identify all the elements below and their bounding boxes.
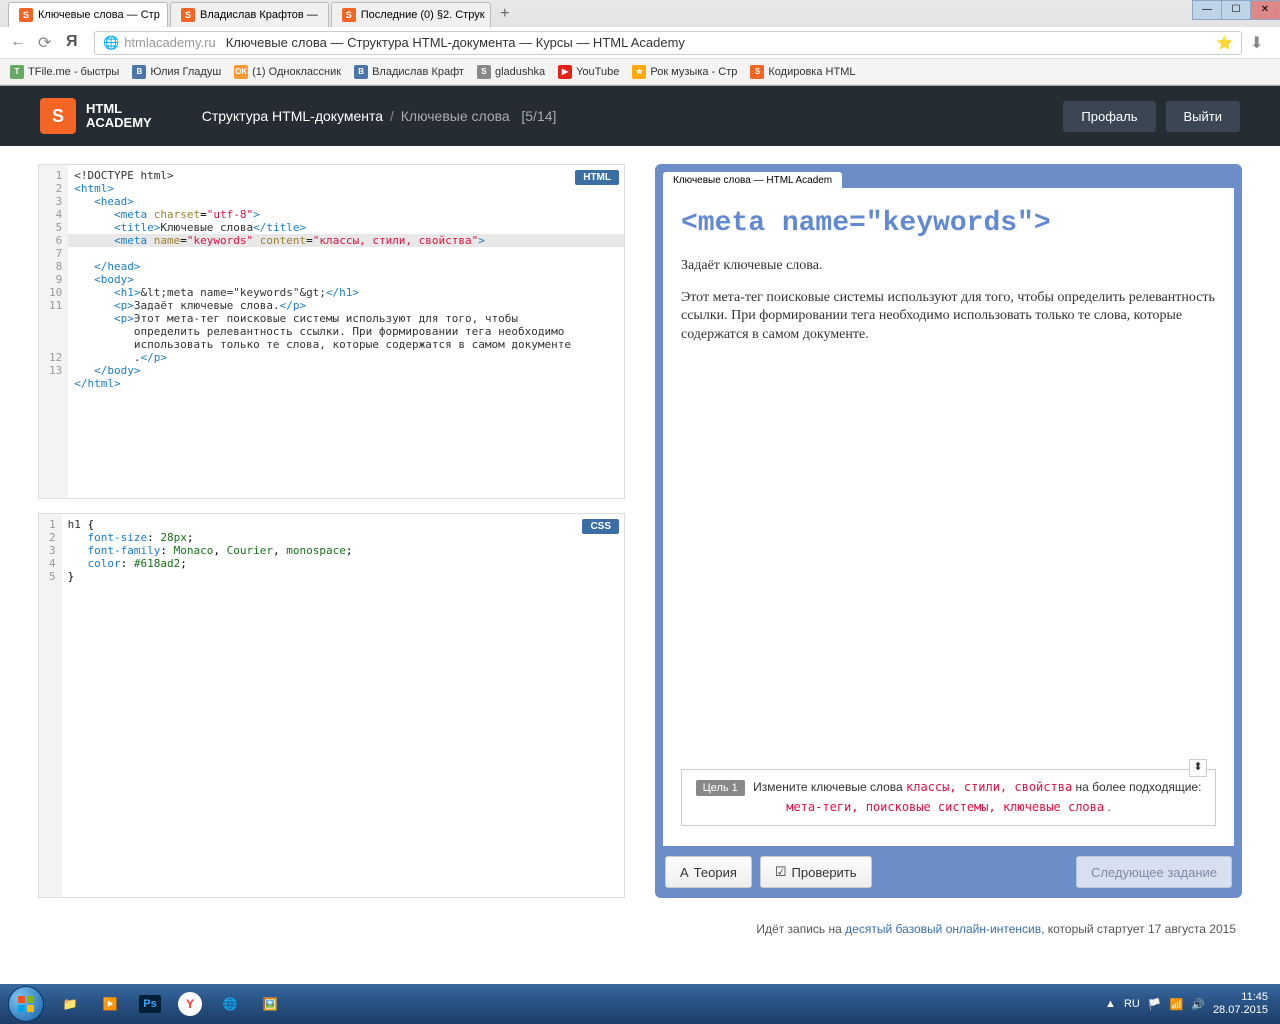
font-icon: A [680,865,689,880]
html-editor[interactable]: HTML 12345678910111213 <!DOCTYPE html> <… [38,164,625,499]
preview-heading: <meta name="keywords"> [681,208,1216,239]
gutter: 12345678910111213 [39,165,68,498]
browser-tabs: SКлючевые слова — Стр SВладислав Крафтов… [0,0,1280,27]
next-task-button: Следующее задание [1076,856,1232,888]
tray-expand-icon[interactable]: ▲ [1105,998,1116,1010]
maximize-button[interactable]: ☐ [1221,0,1251,20]
css-badge: CSS [582,519,619,534]
bookmark-icon: ▶ [558,65,572,79]
app-icon[interactable]: 🖼️ [250,988,290,1020]
editors-column: HTML 12345678910111213 <!DOCTYPE html> <… [38,164,625,898]
browser-chrome: — ☐ ✕ SКлючевые слова — Стр SВладислав К… [0,0,1280,86]
bookmark-item[interactable]: SКодировка HTML [750,65,855,79]
goal-box: ⬍ Цель 1 Измените ключевые слова классы,… [681,769,1216,826]
favicon-icon: S [19,8,33,22]
main-content: HTML 12345678910111213 <!DOCTYPE html> <… [0,146,1280,916]
reload-button[interactable]: ⟳ [38,33,58,53]
gutter: 12345 [39,514,62,897]
theory-button[interactable]: AТеория [665,856,752,888]
bookmark-item[interactable]: BЮлия Гладуш [132,65,221,79]
bookmark-item[interactable]: ▶YouTube [558,65,619,79]
bookmark-item[interactable]: Sgladushka [477,65,545,79]
address-bar[interactable]: 🌐 htmlacademy.ru Ключевые слова — Структ… [94,31,1242,55]
browser-tab[interactable]: SПоследние (0) §2. Струк [331,2,491,27]
globe-icon: 🌐 [103,35,119,51]
profile-button[interactable]: Профаль [1063,101,1155,132]
logout-button[interactable]: Выйти [1166,101,1241,132]
new-tab-button[interactable]: + [493,5,517,27]
window-controls: — ☐ ✕ [1193,0,1280,20]
preview-body: <meta name="keywords"> Задаёт ключевые с… [663,188,1234,846]
preview-text: Задаёт ключевые слова. [681,257,1216,275]
check-button[interactable]: ☑Проверить [760,856,872,888]
favicon-icon: S [342,8,356,22]
code-body[interactable]: <!DOCTYPE html> <html> <head> <meta char… [68,165,624,498]
yandex-browser-icon[interactable]: Y [170,988,210,1020]
code-body[interactable]: h1 { font-size: 28px; font-family: Monac… [62,514,624,897]
bookmark-item[interactable]: BВладислав Крафт [354,65,464,79]
bookmark-icon: OK [234,65,248,79]
collapse-icon[interactable]: ⬍ [1189,759,1207,777]
system-tray: ▲ RU 🏳️ 📶 🔊 11:45 28.07.2015 [1105,991,1272,1017]
goal-badge: Цель 1 [696,780,745,796]
css-editor[interactable]: CSS 12345 h1 { font-size: 28px; font-fam… [38,513,625,898]
yandex-button[interactable]: Я [66,33,86,53]
app-header: S HTMLACADEMY Структура HTML-документа /… [0,86,1280,146]
language-indicator[interactable]: RU [1124,998,1140,1010]
browser-tab[interactable]: SВладислав Крафтов — [170,2,329,27]
bookmark-icon: B [354,65,368,79]
action-row: AТеория ☑Проверить Следующее задание [663,846,1234,890]
bookmark-icon: S [750,65,764,79]
close-button[interactable]: ✕ [1250,0,1280,20]
bookmark-icon: T [10,65,24,79]
clock[interactable]: 11:45 28.07.2015 [1213,991,1272,1017]
bookmark-star-icon[interactable]: ⭐ [1217,35,1233,51]
bookmark-item[interactable]: ★Рок музыка - Стр [632,65,737,79]
breadcrumb: Структура HTML-документа / Ключевые слов… [202,108,557,124]
start-button[interactable] [8,986,44,1022]
photoshop-icon[interactable]: Ps [130,988,170,1020]
flag-icon[interactable]: 🏳️ [1148,998,1162,1011]
favicon-icon: S [181,8,195,22]
logo-icon: S [40,98,76,134]
minimize-button[interactable]: — [1192,0,1222,20]
bookmark-item[interactable]: TTFile.me - быстры [10,65,119,79]
check-icon: ☑ [775,864,787,880]
media-player-icon[interactable]: ▶️ [90,988,130,1020]
network-icon[interactable]: 📶 [1170,998,1184,1011]
bookmark-icon: B [132,65,146,79]
bookmarks-bar: TTFile.me - быстры BЮлия Гладуш OK(1) Од… [0,59,1280,85]
browser-tab[interactable]: SКлючевые слова — Стр [8,2,168,27]
bookmark-icon: S [477,65,491,79]
bookmark-icon: ★ [632,65,646,79]
explorer-icon[interactable]: 📁 [50,988,90,1020]
preview-text: Этот мета-тег поисковые системы использу… [681,289,1216,344]
logo-text: HTMLACADEMY [86,102,152,131]
preview-frame: Ключевые слова — HTML Academ <meta name=… [655,164,1242,898]
html-badge: HTML [575,170,619,185]
volume-icon[interactable]: 🔊 [1191,998,1205,1011]
taskbar: 📁 ▶️ Ps Y 🌐 🖼️ ▲ RU 🏳️ 📶 🔊 11:45 28.07.2… [0,984,1280,1024]
promo-link[interactable]: десятый базовый онлайн-интенсив [845,922,1041,936]
address-bar-row: ← ⟳ Я 🌐 htmlacademy.ru Ключевые слова — … [0,27,1280,59]
preview-tab: Ключевые слова — HTML Academ [663,172,842,189]
downloads-button[interactable]: ⬇ [1250,33,1270,53]
promo-text: Идёт запись на десятый базовый онлайн-ин… [0,916,1280,942]
back-button[interactable]: ← [10,33,30,53]
logo[interactable]: S HTMLACADEMY [40,98,152,134]
preview-column: Ключевые слова — HTML Academ <meta name=… [655,164,1242,898]
bookmark-item[interactable]: OK(1) Одноклассник [234,65,341,79]
chrome-icon[interactable]: 🌐 [210,988,250,1020]
